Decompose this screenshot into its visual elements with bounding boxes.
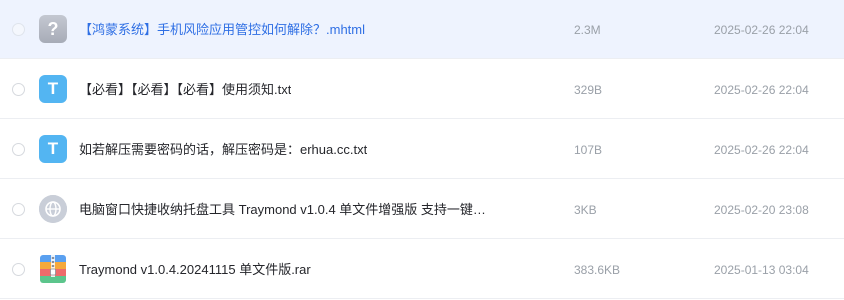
file-row[interactable]: Traymond v1.0.4.20241115 单文件版.rar 383.6K… [0,240,844,299]
file-date: 2025-02-20 23:08 [714,203,809,217]
file-size: 2.3M [574,23,601,37]
unknown-file-icon: ? [39,15,67,43]
file-row[interactable]: T 如若解压需要密码的话，解压密码是：erhua.cc.txt 107B 202… [0,120,844,179]
text-file-icon: T [39,135,67,163]
file-date: 2025-02-26 22:04 [714,83,809,97]
row-checkbox[interactable] [12,263,25,276]
file-size: 107B [574,143,603,157]
file-date: 2025-02-26 22:04 [714,143,809,157]
archive-file-icon [40,255,66,283]
file-row[interactable]: ? 【鸿蒙系统】手机风险应用管控如何解除？.mhtml 2.3M 2025-02… [0,0,844,59]
file-size: 329B [574,83,603,97]
row-checkbox[interactable] [12,203,25,216]
zip-archive-icon [40,255,66,283]
file-size: 383.6KB [574,263,621,277]
file-date: 2025-02-26 22:04 [714,23,809,37]
file-row[interactable]: T 【必看】【必看】【必看】使用须知.txt 329B 2025-02-26 2… [0,60,844,119]
row-checkbox[interactable] [12,143,25,156]
row-checkbox[interactable] [12,23,25,36]
file-name[interactable]: 【必看】【必看】【必看】使用须知.txt [79,81,291,99]
file-name[interactable]: Traymond v1.0.4.20241115 单文件版.rar [79,261,311,279]
file-row[interactable]: 电脑窗口快捷收纳托盘工具 Traymond v1.0.4 单文件增强版 支持一键… [0,180,844,239]
file-size: 3KB [574,203,597,217]
file-name[interactable]: 电脑窗口快捷收纳托盘工具 Traymond v1.0.4 单文件增强版 支持一键… [79,201,486,219]
globe-icon [39,195,67,223]
file-date: 2025-01-13 03:04 [714,263,809,277]
file-name[interactable]: 如若解压需要密码的话，解压密码是：erhua.cc.txt [79,141,367,159]
web-link-icon [39,195,67,223]
row-checkbox[interactable] [12,83,25,96]
file-list: ? 【鸿蒙系统】手机风险应用管控如何解除？.mhtml 2.3M 2025-02… [0,0,844,300]
text-file-icon: T [39,75,67,103]
file-name[interactable]: 【鸿蒙系统】手机风险应用管控如何解除？.mhtml [79,21,365,39]
